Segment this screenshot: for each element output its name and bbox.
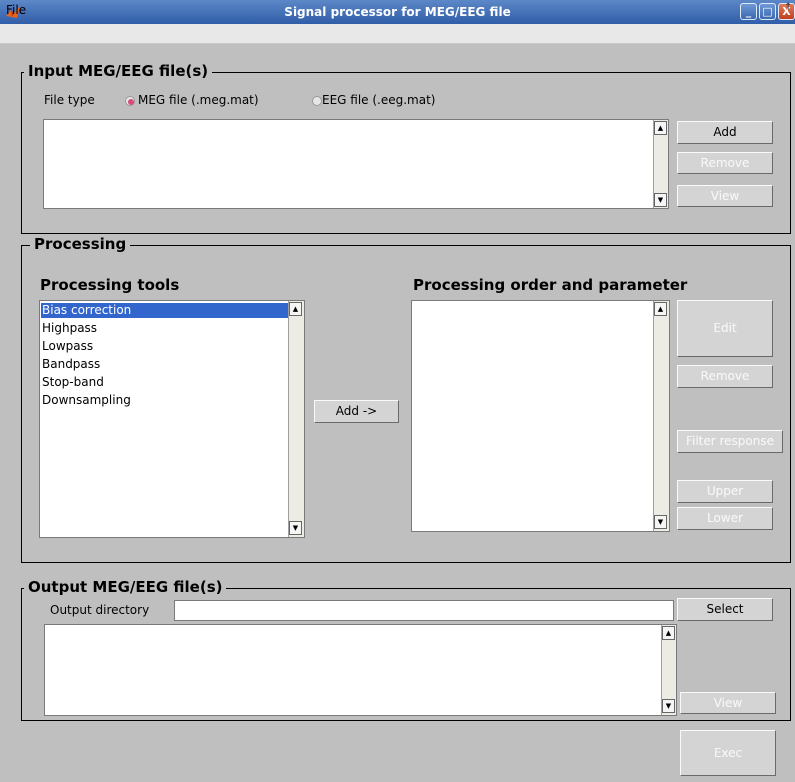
list-item[interactable]: Lowpass [41, 339, 288, 354]
filter-response-button[interactable]: Filter response [677, 430, 783, 453]
menu-bar [0, 24, 795, 44]
list-item[interactable]: Stop-band [41, 375, 288, 390]
minimize-button[interactable]: _ [740, 3, 757, 20]
lower-button[interactable]: Lower [677, 507, 773, 530]
select-directory-button[interactable]: Select [677, 598, 773, 621]
meg-file-option-label[interactable]: MEG file (.meg.mat) [138, 93, 259, 107]
output-directory-label: Output directory [50, 603, 150, 617]
remove-file-button[interactable]: Remove [677, 152, 773, 174]
scroll-up-icon[interactable]: ▲ [654, 302, 667, 316]
view-output-button[interactable]: View [680, 692, 776, 714]
list-item[interactable]: Highpass [41, 321, 288, 336]
output-file-list[interactable] [44, 624, 677, 716]
toolbar-toggle-icon[interactable]: ↑ [784, 2, 792, 13]
processing-tools-list[interactable]: Bias correction Highpass Lowpass Bandpas… [39, 300, 305, 538]
window-title: Signal processor for MEG/EEG file [284, 5, 511, 19]
edit-button[interactable]: Edit [677, 300, 773, 357]
view-file-button[interactable]: View [677, 185, 773, 207]
tools-list-scrollbar[interactable] [288, 301, 304, 537]
list-item[interactable]: Bandpass [41, 357, 288, 372]
output-panel-title: Output MEG/EEG file(s) [24, 578, 227, 596]
order-list-scrollbar[interactable] [653, 301, 669, 531]
list-item[interactable]: Bias correction [41, 303, 288, 318]
scroll-down-icon[interactable]: ▼ [662, 699, 675, 713]
output-directory-input[interactable] [174, 600, 674, 621]
upper-button[interactable]: Upper [677, 480, 773, 503]
scroll-down-icon[interactable]: ▼ [654, 193, 667, 207]
menu-file[interactable]: File [6, 3, 26, 17]
scroll-up-icon[interactable]: ▲ [662, 626, 675, 640]
eeg-file-option-label[interactable]: EEG file (.eeg.mat) [322, 93, 436, 107]
scroll-down-icon[interactable]: ▼ [289, 521, 302, 535]
maximize-button[interactable]: □ [759, 3, 776, 20]
eeg-file-radio[interactable] [312, 96, 322, 106]
exec-button[interactable]: Exec [680, 730, 776, 776]
scroll-up-icon[interactable]: ▲ [654, 121, 667, 135]
input-file-list[interactable] [43, 119, 669, 209]
processing-order-heading: Processing order and parameter [413, 276, 688, 294]
add-processing-button[interactable]: Add -> [314, 400, 399, 423]
input-panel-title: Input MEG/EEG file(s) [24, 62, 213, 80]
list-item[interactable]: Downsampling [41, 393, 288, 408]
add-file-button[interactable]: Add [677, 121, 773, 144]
scroll-up-icon[interactable]: ▲ [289, 302, 302, 316]
meg-file-radio[interactable] [125, 96, 135, 106]
scroll-down-icon[interactable]: ▼ [654, 515, 667, 529]
processing-tools-heading: Processing tools [40, 276, 180, 294]
radio-selected-dot [128, 99, 134, 105]
file-type-label: File type [44, 93, 95, 107]
processing-order-list[interactable] [411, 300, 670, 532]
remove-processing-button[interactable]: Remove [677, 365, 773, 388]
processing-panel-title: Processing [30, 235, 131, 253]
